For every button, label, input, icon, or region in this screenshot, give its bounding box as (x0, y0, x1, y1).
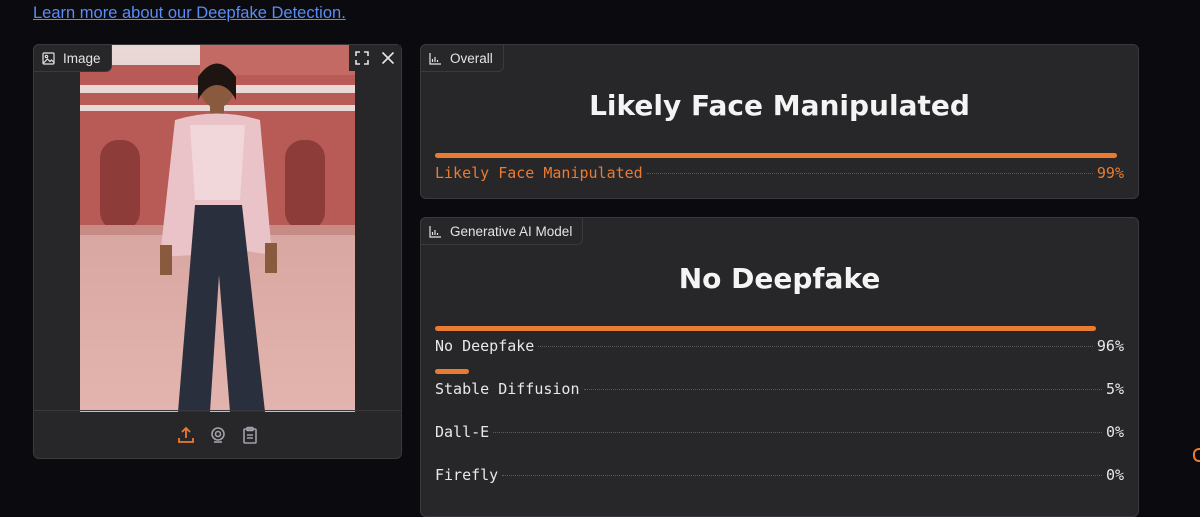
result-percent: 99% (1096, 164, 1124, 182)
overall-headline: Likely Face Manipulated (589, 89, 970, 122)
webcam-icon (210, 426, 225, 443)
webcam-button[interactable] (208, 425, 228, 445)
genai-tag-label: Generative AI Model (450, 223, 573, 239)
result-label-line: Dall-E 0% (435, 423, 1124, 441)
result-row-firefly: Firefly 0% (435, 455, 1124, 484)
genai-headline: No Deepfake (678, 262, 881, 295)
result-row-dall-e: Dall-E 0% (435, 412, 1124, 441)
overall-panel: Overall Likely Face Manipulated Likely F… (420, 44, 1139, 199)
result-percent: 5% (1105, 380, 1124, 398)
confidence-bar-fill (435, 369, 470, 374)
close-button[interactable] (375, 45, 401, 71)
confidence-bar (435, 455, 1124, 460)
fullscreen-button[interactable] (349, 45, 375, 71)
overall-tag-label: Overall (450, 50, 493, 66)
image-icon (42, 51, 55, 65)
overall-result-row: Likely Face Manipulated 99% (435, 153, 1124, 182)
result-label: No Deepfake (435, 337, 535, 355)
result-label: Dall-E (435, 423, 490, 441)
clipboard-button[interactable] (240, 425, 260, 445)
uploaded-photo (80, 45, 355, 412)
result-row-no-deepfake: No Deepfake 96% (435, 326, 1124, 355)
confidence-bar (435, 153, 1124, 158)
upload-button[interactable] (176, 425, 196, 445)
result-percent: 0% (1105, 423, 1124, 441)
overall-tag: Overall (420, 44, 504, 72)
clipboard-icon (242, 426, 257, 444)
image-tag-label: Image (63, 50, 101, 66)
bar-chart-icon (429, 52, 441, 65)
fullscreen-icon (355, 51, 369, 65)
genai-tag: Generative AI Model (420, 217, 584, 245)
image-panel: Image (33, 44, 402, 459)
result-label: Likely Face Manipulated (435, 164, 643, 182)
result-row-stable-diffusion: Stable Diffusion 5% (435, 369, 1124, 398)
confidence-bar-fill (435, 153, 1118, 158)
learn-more-link[interactable]: Learn more about our Deepfake Detection. (33, 4, 346, 23)
image-source-toolbar (34, 410, 401, 458)
result-label-line: Likely Face Manipulated 99% (435, 164, 1124, 182)
confidence-bar (435, 369, 1124, 374)
result-label-line: No Deepfake 96% (435, 337, 1124, 355)
image-tag: Image (33, 44, 112, 72)
result-label: Stable Diffusion (435, 380, 580, 398)
result-label-line: Firefly 0% (435, 466, 1124, 484)
result-label-line: Stable Diffusion 5% (435, 380, 1124, 398)
close-icon (381, 51, 395, 65)
edge-indicator (1193, 448, 1200, 462)
generative-ai-panel: Generative AI Model No Deepfake No Deepf… (420, 217, 1139, 517)
confidence-bar (435, 326, 1124, 331)
upload-icon (177, 426, 194, 443)
image-controls (349, 45, 401, 71)
confidence-bar-fill (435, 326, 1097, 331)
result-percent: 0% (1105, 466, 1124, 484)
bar-chart-icon (429, 225, 441, 238)
result-label: Firefly (435, 466, 499, 484)
result-percent: 96% (1096, 337, 1124, 355)
confidence-bar (435, 412, 1124, 417)
